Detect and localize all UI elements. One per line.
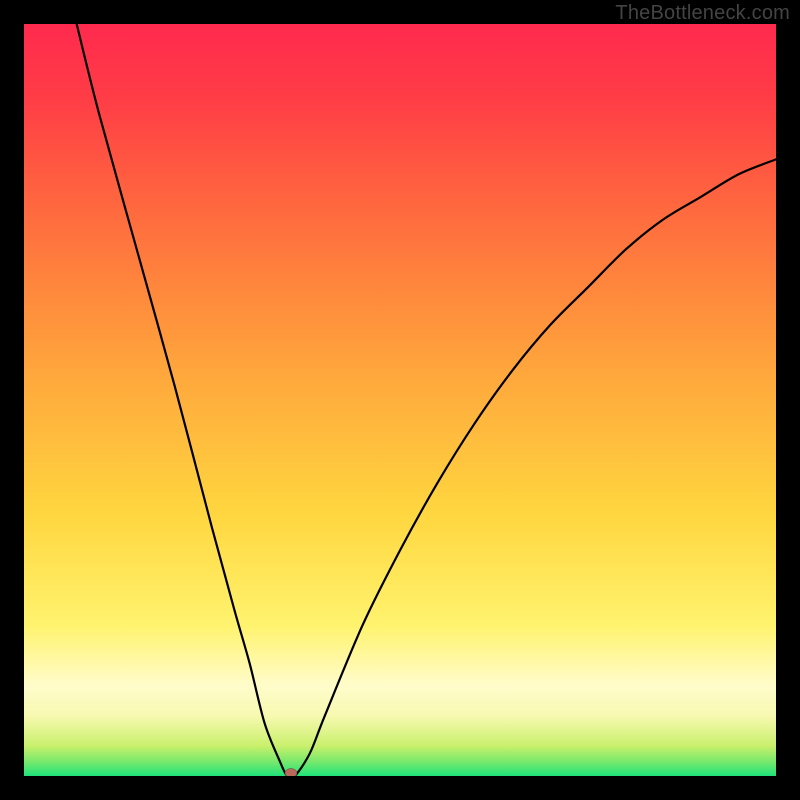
- attribution-watermark: TheBottleneck.com: [615, 2, 790, 25]
- plot-area: [24, 24, 776, 776]
- chart-frame: TheBottleneck.com: [0, 0, 800, 800]
- chart-svg: [24, 24, 776, 776]
- optimal-point-marker: [285, 769, 297, 777]
- heat-background: [24, 24, 776, 776]
